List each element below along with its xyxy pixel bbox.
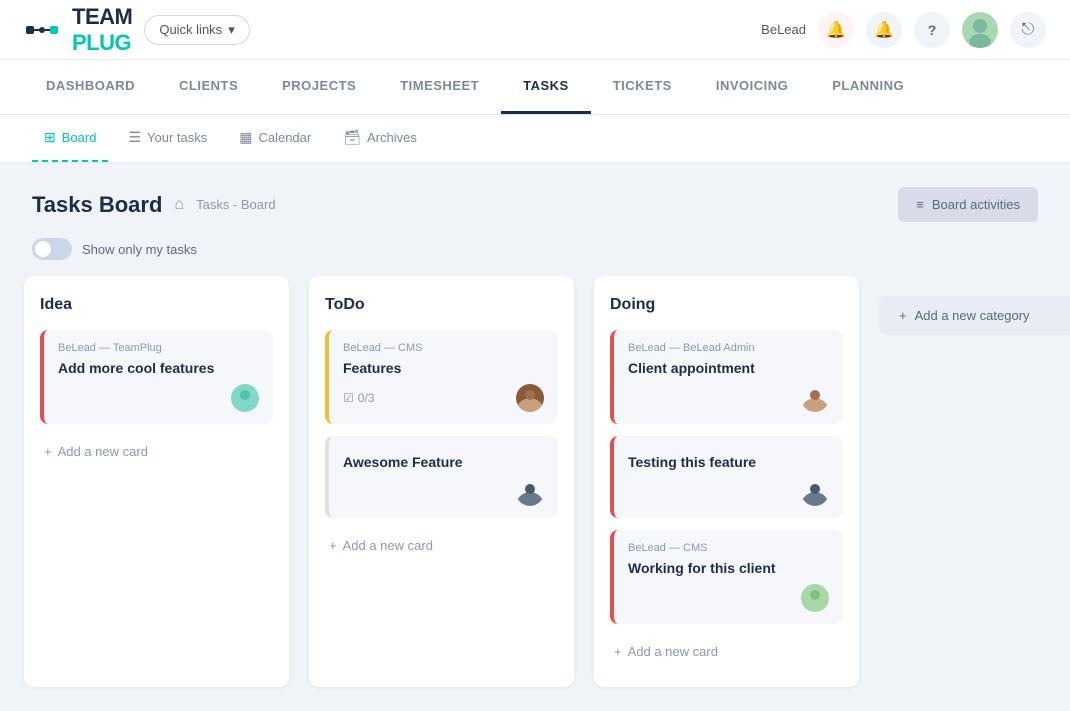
- quick-links-label: Quick links: [159, 22, 222, 37]
- subtab-archives[interactable]: 🗃 Archives: [331, 115, 429, 162]
- breadcrumb-text: Tasks - Board: [196, 197, 275, 212]
- top-navigation: TEAM PLUG Quick links ▾ BeLead 🔔 🔔 ? ⎋: [0, 0, 1070, 60]
- card-testing-feature[interactable]: Testing this feature: [610, 436, 843, 518]
- column-idea: Idea BeLead — TeamPlug Add more cool fea…: [24, 276, 289, 687]
- card-working-for-client[interactable]: BeLead — CMS Working for this client: [610, 530, 843, 624]
- help-icon[interactable]: ?: [914, 12, 950, 48]
- chevron-down-icon: ▾: [228, 22, 235, 38]
- bell-icon[interactable]: 🔔: [866, 12, 902, 48]
- plus-icon: +: [899, 308, 907, 323]
- nav-right: BeLead 🔔 🔔 ? ⎋: [761, 12, 1046, 48]
- logo-text: TEAM PLUG: [72, 4, 132, 56]
- card-avatar: [801, 584, 829, 612]
- logo-area: TEAM PLUG Quick links ▾: [24, 4, 250, 56]
- card-avatar: [231, 384, 259, 412]
- tab-projects[interactable]: PROJECTS: [260, 60, 378, 114]
- plus-icon: +: [44, 444, 52, 459]
- card-footer: [58, 384, 259, 412]
- add-category-button[interactable]: + Add a new category: [879, 296, 1070, 335]
- tab-timesheet[interactable]: TIMESHEET: [378, 60, 501, 114]
- board-area: Idea BeLead — TeamPlug Add more cool fea…: [0, 276, 1070, 711]
- card-meta: BeLead — BeLead Admin: [628, 342, 829, 354]
- add-category-label: Add a new category: [915, 308, 1030, 323]
- card-title: Client appointment: [628, 360, 829, 376]
- page-header: Tasks Board ⌂ Tasks - Board ≡ Board acti…: [0, 163, 1070, 238]
- card-avatar: [516, 384, 544, 412]
- logout-icon[interactable]: ⎋: [1010, 12, 1046, 48]
- page-title: Tasks Board: [32, 192, 162, 218]
- nav-username: BeLead: [761, 22, 806, 37]
- card-avatar: [801, 384, 829, 412]
- calendar-icon: ▦: [239, 129, 252, 146]
- list-icon: ☰: [128, 129, 141, 146]
- sub-tab-bar: ⊞ Board ☰ Your tasks ▦ Calendar 🗃 Archiv…: [0, 115, 1070, 163]
- card-add-cool-features[interactable]: BeLead — TeamPlug Add more cool features: [40, 330, 273, 424]
- activities-icon: ≡: [916, 197, 924, 212]
- card-title: Working for this client: [628, 560, 829, 576]
- toggle-label: Show only my tasks: [82, 242, 197, 257]
- column-todo: ToDo BeLead — CMS Features ☑ 0/3: [309, 276, 574, 687]
- tab-dashboard[interactable]: DASHBOARD: [24, 60, 157, 114]
- plus-icon: +: [614, 644, 622, 659]
- tab-tickets[interactable]: TICKETS: [591, 60, 694, 114]
- card-title: Add more cool features: [58, 360, 259, 376]
- toggle-area: Show only my tasks: [0, 238, 1070, 276]
- card-awesome-feature[interactable]: Awesome Feature: [325, 436, 558, 518]
- archive-icon: 🗃: [343, 129, 361, 146]
- card-avatar: [516, 478, 544, 506]
- card-features[interactable]: BeLead — CMS Features ☑ 0/3: [325, 330, 558, 424]
- card-footer: [343, 478, 544, 506]
- plus-icon: +: [329, 538, 337, 553]
- show-my-tasks-toggle[interactable]: [32, 238, 72, 260]
- tab-clients[interactable]: CLIENTS: [157, 60, 260, 114]
- subtab-board[interactable]: ⊞ Board: [32, 115, 108, 162]
- board-activities-button[interactable]: ≡ Board activities: [898, 187, 1038, 222]
- card-meta: BeLead — CMS: [628, 542, 829, 554]
- add-card-button-todo[interactable]: + Add a new card: [325, 530, 558, 561]
- add-category-column: + Add a new category: [879, 276, 1070, 687]
- add-card-button-doing[interactable]: + Add a new card: [610, 636, 843, 667]
- card-footer: [628, 384, 829, 412]
- column-title-idea: Idea: [40, 296, 273, 314]
- card-footer: ☑ 0/3: [343, 384, 544, 412]
- card-footer: [628, 584, 829, 612]
- card-checkbox: ☑ 0/3: [343, 391, 374, 405]
- add-card-label: Add a new card: [628, 644, 718, 659]
- checkbox-count: 0/3: [358, 391, 375, 405]
- card-footer: [628, 478, 829, 506]
- tab-planning[interactable]: PLANNING: [810, 60, 926, 114]
- notification-icon[interactable]: 🔔: [818, 12, 854, 48]
- logo-icon: [24, 12, 60, 48]
- user-avatar[interactable]: [962, 12, 998, 48]
- card-title: Features: [343, 360, 544, 376]
- tab-invoicing[interactable]: INVOICING: [694, 60, 810, 114]
- page-title-area: Tasks Board ⌂ Tasks - Board: [32, 192, 276, 218]
- card-meta: BeLead — TeamPlug: [58, 342, 259, 354]
- subtab-your-tasks[interactable]: ☰ Your tasks: [116, 115, 219, 162]
- board-grid-icon: ⊞: [44, 129, 56, 146]
- add-card-label: Add a new card: [58, 444, 148, 459]
- breadcrumb: ⌂ Tasks - Board: [174, 196, 275, 214]
- card-title: Testing this feature: [628, 454, 829, 470]
- quick-links-button[interactable]: Quick links ▾: [144, 15, 249, 45]
- column-doing: Doing BeLead — BeLead Admin Client appoi…: [594, 276, 859, 687]
- subtab-calendar[interactable]: ▦ Calendar: [227, 115, 323, 162]
- checkbox-icon: ☑: [343, 391, 354, 405]
- tab-tasks[interactable]: TASKS: [501, 60, 591, 114]
- column-title-doing: Doing: [610, 296, 843, 314]
- add-card-label: Add a new card: [343, 538, 433, 553]
- board-activities-label: Board activities: [932, 197, 1020, 212]
- card-title: Awesome Feature: [343, 454, 544, 470]
- main-tab-bar: DASHBOARD CLIENTS PROJECTS TIMESHEET TAS…: [0, 60, 1070, 115]
- column-title-todo: ToDo: [325, 296, 558, 314]
- add-card-button-idea[interactable]: + Add a new card: [40, 436, 273, 467]
- card-avatar: [801, 478, 829, 506]
- card-client-appointment[interactable]: BeLead — BeLead Admin Client appointment: [610, 330, 843, 424]
- card-meta: BeLead — CMS: [343, 342, 544, 354]
- home-icon[interactable]: ⌂: [174, 196, 184, 214]
